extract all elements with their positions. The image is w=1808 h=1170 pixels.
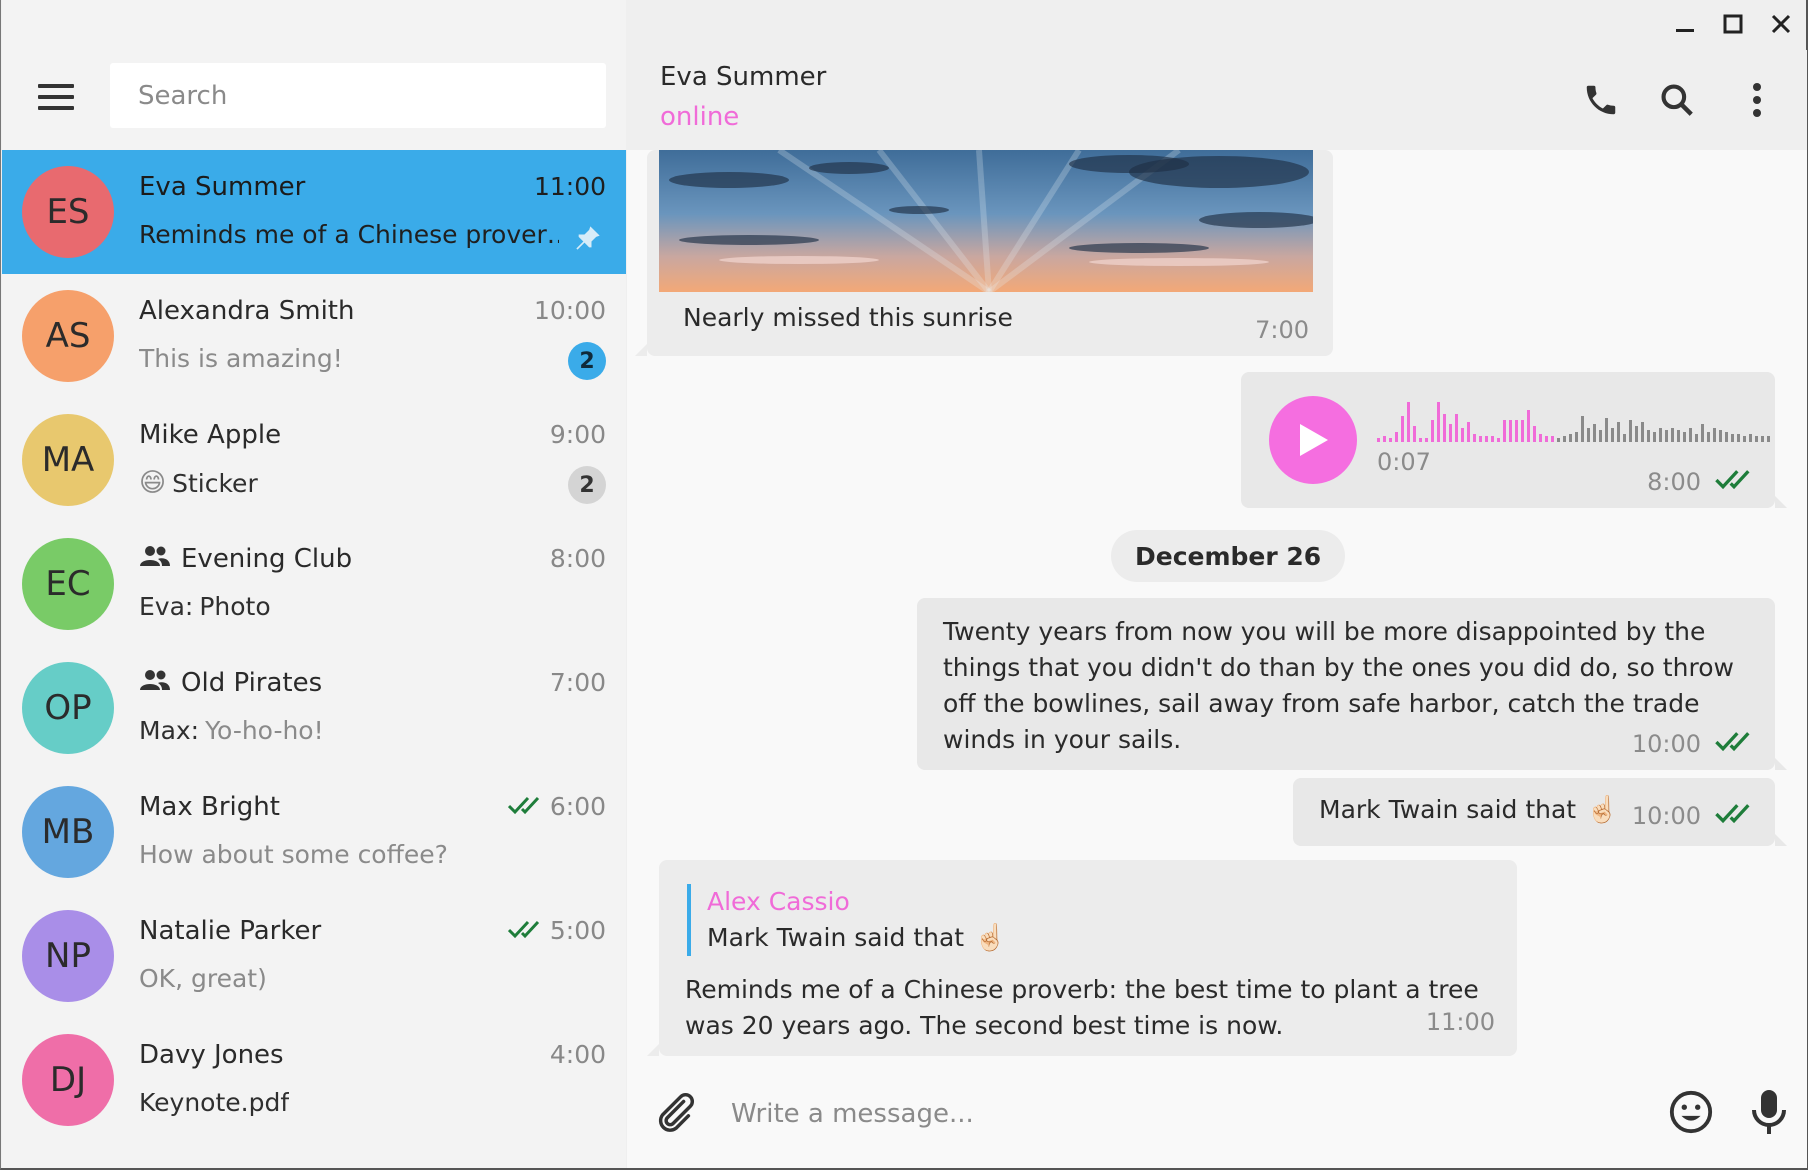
message-time: 7:00 (1255, 316, 1309, 344)
unread-badge: 2 (568, 342, 606, 380)
reply-quote-text: Mark Twain said that (707, 923, 965, 952)
sticker-emoji: 😄 (139, 468, 167, 498)
message-time: 10:00 (1631, 730, 1701, 758)
chat-item-eva-summer[interactable]: ES Eva Summer 11:00 Reminds me of a Chin… (2, 150, 626, 274)
message-text: Mark Twain said that (1319, 795, 1577, 824)
double-check-icon (1715, 802, 1753, 830)
photo-message[interactable]: Nearly missed this sunrise 7:00 (635, 150, 1333, 356)
group-icon (139, 668, 171, 698)
avatar: EC (22, 538, 114, 630)
chat-time: 6:00 (549, 792, 606, 821)
chat-preview: This is amazing! (139, 344, 343, 373)
more-vertical-icon[interactable] (1733, 76, 1781, 124)
unread-badge: 2 (568, 466, 606, 504)
voice-duration: 0:07 (1377, 448, 1431, 476)
chat-preview: Reminds me of a Chinese prover… (139, 220, 559, 249)
chat-time: 4:00 (549, 1040, 606, 1069)
chat-time: 5:00 (549, 916, 606, 945)
message-composer (627, 1060, 1807, 1168)
maximize-icon[interactable] (1711, 6, 1755, 42)
avatar: NP (22, 910, 114, 1002)
message-input[interactable] (731, 1090, 1611, 1138)
chat-item-alexandra-smith[interactable]: AS Alexandra Smith 10:00 This is amazing… (2, 274, 626, 398)
chat-preview: Photo (199, 592, 271, 621)
chat-name: Mike Apple (139, 420, 282, 450)
message-time: 8:00 (1647, 468, 1701, 496)
chat-item-max-bright[interactable]: MB Max Bright 6:00 How about some coffee… (2, 770, 626, 894)
voice-waveform[interactable] (1377, 398, 1777, 448)
play-icon[interactable] (1269, 396, 1357, 484)
chat-time: 9:00 (549, 420, 606, 449)
pointing-emoji: ☝🏻 (974, 923, 1007, 953)
avatar: DJ (22, 1034, 114, 1126)
attach-icon[interactable] (647, 1084, 703, 1140)
chat-item-mike-apple[interactable]: MA Mike Apple 9:00 😄 Sticker 2 (2, 398, 626, 522)
message-time: 11:00 (1425, 1008, 1495, 1036)
chat-list-panel: ES Eva Summer 11:00 Reminds me of a Chin… (2, 0, 626, 1168)
chat-item-natalie-parker[interactable]: NP Natalie Parker 5:00 OK, great) (2, 894, 626, 1018)
contact-status: online (660, 102, 740, 132)
avatar: AS (22, 290, 114, 382)
preview-sender: Eva: (139, 592, 194, 621)
chat-name: Alexandra Smith (139, 296, 355, 326)
double-check-icon (1715, 468, 1753, 496)
sunrise-photo[interactable] (659, 150, 1313, 292)
chat-time: 11:00 (533, 172, 606, 201)
pointing-emoji: ☝🏻 (1586, 795, 1619, 825)
chat-time: 8:00 (549, 544, 606, 573)
chat-name: Natalie Parker (139, 916, 322, 946)
date-separator: December 26 (1111, 530, 1346, 582)
message-text: Reminds me of a Chinese proverb: the bes… (685, 975, 1479, 1040)
chat-preview: Keynote.pdf (139, 1088, 290, 1117)
chat-item-davy-jones[interactable]: DJ Davy Jones 4:00 Keynote.pdf (2, 1018, 626, 1142)
message-area[interactable]: Nearly missed this sunrise 7:00 0:07 8:0… (627, 150, 1807, 1060)
emoji-icon[interactable] (1663, 1084, 1719, 1140)
chat-name: Evening Club (181, 544, 353, 574)
voice-message[interactable]: 0:07 8:00 (1241, 372, 1787, 508)
chat-preview: OK, great) (139, 964, 267, 993)
preview-sender: Max: (139, 716, 200, 745)
menu-icon[interactable] (36, 82, 76, 114)
chat-preview: Sticker (172, 468, 258, 498)
search-field[interactable] (110, 63, 606, 128)
phone-icon[interactable] (1577, 76, 1625, 124)
app-window: ES Eva Summer 11:00 Reminds me of a Chin… (0, 0, 1808, 1170)
chat-item-evening-club[interactable]: EC Evening Club 8:00 Eva: Photo (2, 522, 626, 646)
pin-icon (574, 224, 602, 256)
twain-message[interactable]: Mark Twain said that ☝🏻 10:00 (1293, 778, 1787, 846)
chat-preview: How about some coffee? (139, 840, 448, 869)
double-check-icon (507, 792, 542, 821)
reply-author: Alex Cassio (707, 887, 850, 916)
avatar: MB (22, 786, 114, 878)
group-icon (139, 544, 171, 574)
double-check-icon (507, 916, 542, 945)
reply-message[interactable]: Alex Cassio Mark Twain said that ☝🏻 Remi… (647, 860, 1517, 1056)
chat-preview: Yo-ho-ho! (205, 716, 324, 745)
chat-name: Eva Summer (139, 172, 306, 202)
search-icon[interactable] (1653, 76, 1701, 124)
reply-quote[interactable]: Alex Cassio Mark Twain said that ☝🏻 (687, 884, 1006, 956)
search-input[interactable] (138, 80, 606, 111)
chat-header: Eva Summer online (627, 50, 1807, 150)
chat-item-old-pirates[interactable]: OP Old Pirates 7:00 Max: Yo-ho-ho! (2, 646, 626, 770)
chat-name: Old Pirates (181, 668, 323, 698)
chat-name: Max Bright (139, 792, 280, 822)
chat-name: Davy Jones (139, 1040, 284, 1070)
microphone-icon[interactable] (1741, 1084, 1797, 1140)
chat-time: 10:00 (533, 296, 606, 325)
chat-list: ES Eva Summer 11:00 Reminds me of a Chin… (2, 150, 626, 1142)
close-icon[interactable] (1759, 6, 1803, 42)
quote-message[interactable]: Twenty years from now you will be more d… (917, 598, 1787, 770)
chat-time: 7:00 (549, 668, 606, 697)
minimize-icon[interactable] (1663, 6, 1707, 42)
message-time: 10:00 (1631, 802, 1701, 830)
double-check-icon (1715, 730, 1753, 758)
avatar: OP (22, 662, 114, 754)
photo-caption: Nearly missed this sunrise (683, 303, 1013, 332)
avatar: ES (22, 166, 114, 258)
contact-name[interactable]: Eva Summer (660, 62, 826, 92)
avatar: MA (22, 414, 114, 506)
